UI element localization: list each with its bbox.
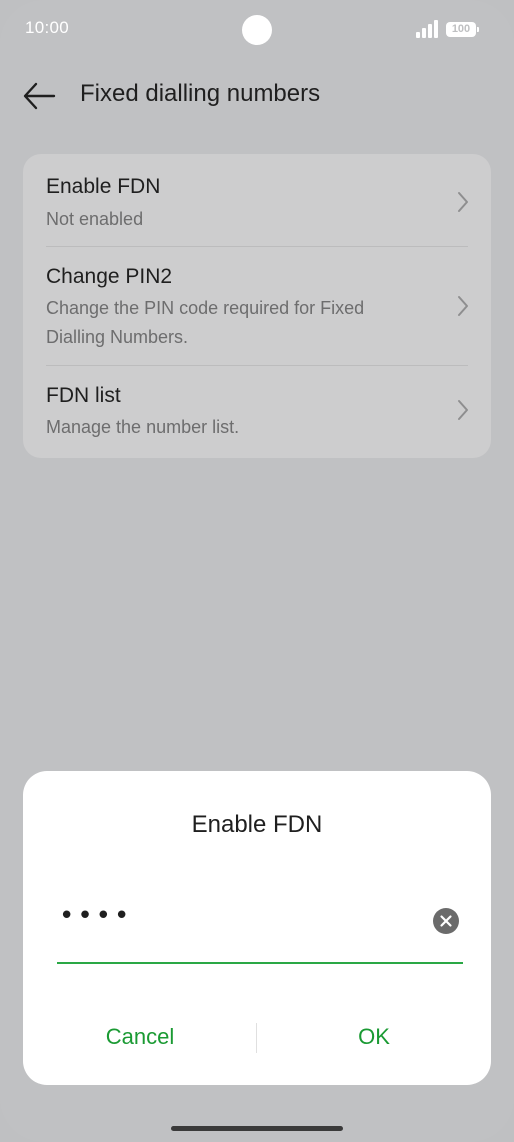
- setting-item-subtitle: Manage the number list.: [46, 417, 240, 437]
- page-title: Fixed dialling numbers: [80, 80, 321, 107]
- setting-item-title: FDN list: [46, 384, 121, 407]
- settings-card: Enable FDN Not enabled Change PIN2 Chang…: [23, 154, 491, 458]
- back-button[interactable]: [18, 76, 62, 116]
- pin2-input[interactable]: [57, 893, 421, 939]
- setting-item-fdn-list[interactable]: FDN list Manage the number list.: [23, 366, 491, 458]
- setting-item-enable-fdn[interactable]: Enable FDN Not enabled: [23, 154, 491, 246]
- arrow-left-icon: [23, 82, 56, 110]
- app-bar: Fixed dialling numbers: [0, 60, 514, 132]
- status-time: 10:00: [25, 18, 70, 37]
- setting-item-title: Enable FDN: [46, 175, 161, 198]
- battery-icon: 100: [446, 22, 479, 37]
- setting-item-title: Change PIN2: [46, 265, 173, 288]
- chevron-right-icon: [458, 296, 468, 316]
- setting-item-change-pin2[interactable]: Change PIN2 Change the PIN code required…: [23, 247, 491, 365]
- dialog-title: Enable FDN: [191, 811, 323, 838]
- battery-level: 100: [451, 23, 471, 35]
- setting-item-subtitle: Change the PIN code required for Fixed D…: [46, 298, 365, 347]
- chevron-right-icon: [458, 192, 468, 212]
- home-indicator[interactable]: [171, 1126, 343, 1131]
- chevron-right-icon: [458, 400, 468, 420]
- status-bar: 10:00 100: [0, 0, 514, 60]
- enable-fdn-dialog: Enable FDN Cancel OK: [23, 771, 491, 1085]
- clear-input-button[interactable]: [433, 908, 459, 934]
- phone-screen: 10:00 100 Fixed dialling numbers Enable …: [0, 0, 514, 1142]
- input-underline: [57, 962, 463, 964]
- setting-item-subtitle: Not enabled: [46, 209, 144, 229]
- cancel-button[interactable]: Cancel: [23, 1011, 257, 1063]
- signal-icon: [416, 20, 440, 38]
- ok-button[interactable]: OK: [257, 1011, 491, 1063]
- dialog-buttons: Cancel OK: [23, 1011, 491, 1063]
- camera-cutout: [242, 15, 272, 45]
- clear-circle-icon: [433, 908, 459, 934]
